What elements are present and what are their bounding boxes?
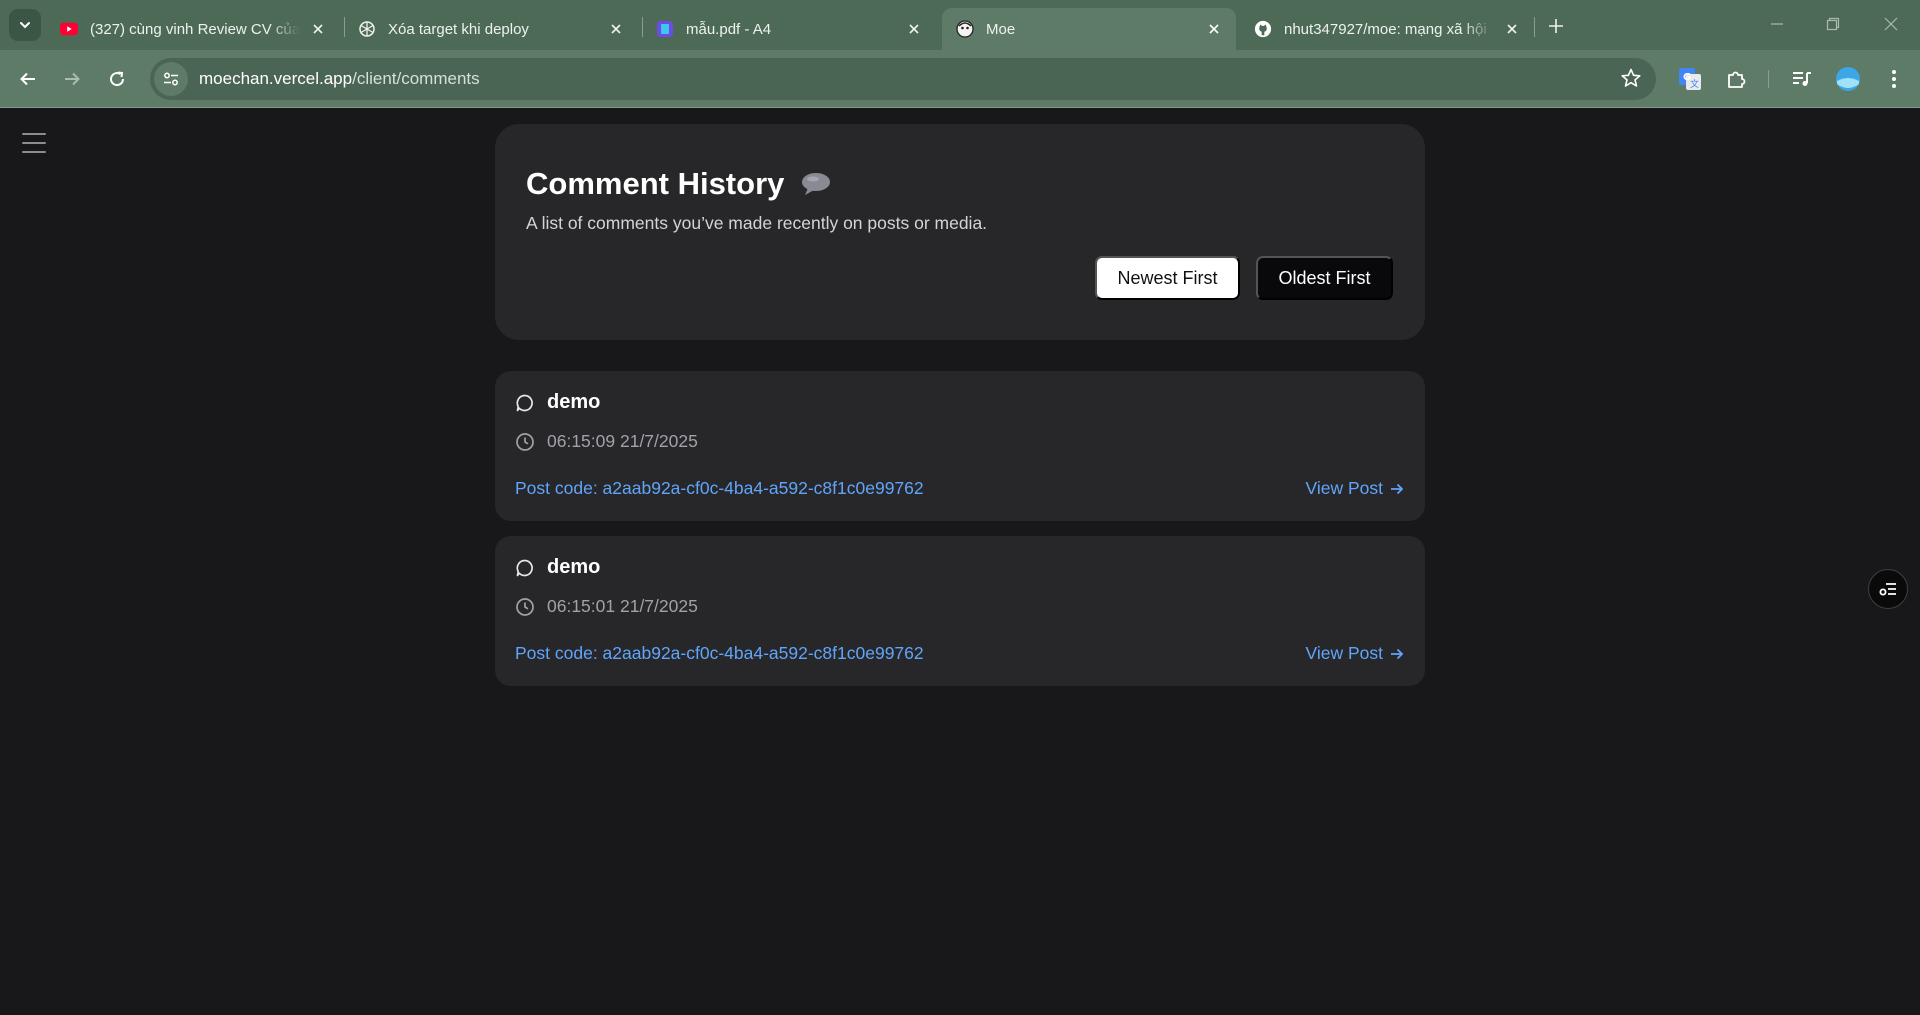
tune-icon	[164, 72, 178, 86]
minimize-button[interactable]	[1760, 9, 1794, 39]
tab-title: Moe	[986, 20, 1016, 38]
message-circle-icon	[516, 394, 533, 411]
hamburger-line	[22, 133, 46, 135]
chatgpt-icon	[358, 20, 376, 38]
view-post-link[interactable]: View Post	[1306, 643, 1406, 664]
more-vertical-icon	[1892, 70, 1896, 88]
speech-bubble-icon	[800, 171, 832, 197]
comment-history-header: Comment History A list of comments you’v…	[495, 124, 1425, 340]
minimize-icon	[1771, 23, 1783, 25]
site-info-button[interactable]	[154, 62, 188, 96]
floating-menu-button[interactable]	[1868, 569, 1908, 609]
menu-toggle-button[interactable]	[22, 133, 46, 155]
pdf-editor-icon	[656, 20, 674, 38]
url-host: moechan.vercel.app	[199, 69, 353, 88]
comment-card: demo 06:15:01 21/7/2025 Post code: a2aab…	[495, 536, 1425, 686]
view-post-link[interactable]: View Post	[1306, 478, 1406, 499]
sort-oldest-button[interactable]: Oldest First	[1256, 256, 1393, 300]
comment-author: demo	[547, 556, 601, 578]
arrow-left-icon	[20, 72, 35, 86]
url-text: moechan.vercel.app/client/comments	[199, 69, 480, 89]
hamburger-line	[22, 151, 46, 153]
post-code-link[interactable]: Post code: a2aab92a-cf0c-4ba4-a592-c8f1c…	[515, 478, 924, 499]
arrow-right-icon	[1391, 483, 1404, 494]
browser-tab-pdf[interactable]: mẫu.pdf - A4	[642, 8, 936, 50]
list-settings-icon	[1879, 583, 1896, 596]
browser-tab-chatgpt[interactable]: Xóa target khi deploy	[344, 8, 638, 50]
comment-author: demo	[547, 391, 601, 413]
moe-avatar-icon	[956, 20, 974, 38]
page-title-text: Comment History	[526, 166, 785, 201]
close-icon	[1884, 17, 1898, 31]
forward-button[interactable]	[56, 63, 88, 95]
arrow-right-icon	[65, 72, 80, 86]
github-icon	[1254, 20, 1272, 38]
reload-icon	[110, 71, 125, 87]
browser-tab-moe[interactable]: Moe	[942, 8, 1236, 50]
close-icon[interactable]	[1204, 19, 1224, 39]
page-subtitle: A list of comments you’ve made recently …	[526, 213, 988, 233]
browser-tab-github[interactable]: nhut347927/moe: mạng xã hội	[1240, 8, 1534, 50]
close-icon[interactable]	[904, 19, 924, 39]
toolbar-separator	[1768, 70, 1769, 88]
close-icon[interactable]	[308, 19, 328, 39]
arrow-right-icon	[1391, 648, 1404, 659]
comment-card: demo 06:15:09 21/7/2025 Post code: a2aab…	[495, 371, 1425, 521]
comment-timestamp: 06:15:01 21/7/2025	[515, 596, 698, 617]
address-bar[interactable]: moechan.vercel.app/client/comments	[150, 58, 1656, 100]
extensions-button[interactable]	[1720, 63, 1752, 95]
view-post-label: View Post	[1305, 478, 1384, 498]
comment-time: 06:15:09 21/7/2025	[547, 431, 698, 451]
url-path: /client/comments	[352, 69, 480, 88]
restore-button[interactable]	[1816, 9, 1850, 39]
page-title: Comment History	[526, 166, 832, 202]
tab-title: mẫu.pdf - A4	[686, 20, 772, 38]
star-icon	[1621, 68, 1641, 87]
sort-newest-button[interactable]: Newest First	[1095, 256, 1240, 300]
hamburger-line	[22, 142, 46, 144]
close-icon[interactable]	[1502, 19, 1522, 39]
comment-time: 06:15:01 21/7/2025	[547, 596, 698, 616]
clock-icon	[516, 597, 534, 616]
reload-button[interactable]	[101, 63, 133, 95]
profile-avatar[interactable]	[1832, 63, 1864, 95]
bookmark-button[interactable]	[1620, 67, 1642, 94]
google-translate-extension[interactable]: G文	[1674, 63, 1706, 95]
back-button[interactable]	[12, 63, 44, 95]
tab-title: Xóa target khi deploy	[388, 20, 529, 38]
browser-tab-youtube[interactable]: (327) cùng vinh Review CV của bạn	[46, 8, 340, 50]
tab-search-button[interactable]	[9, 9, 41, 41]
tab-title: nhut347927/moe: mạng xã hội	[1284, 20, 1487, 38]
media-control-button[interactable]	[1786, 63, 1818, 95]
avatar-icon	[1836, 67, 1860, 91]
google-translate-icon: G文	[1679, 68, 1701, 90]
clock-icon	[516, 432, 534, 451]
close-icon[interactable]	[606, 19, 626, 39]
svg-text:文: 文	[1690, 78, 1699, 90]
view-post-label: View Post	[1305, 643, 1384, 663]
post-code-link[interactable]: Post code: a2aab92a-cf0c-4ba4-a592-c8f1c…	[515, 643, 924, 664]
comment-header: demo	[515, 556, 600, 579]
close-window-button[interactable]	[1874, 9, 1908, 39]
plus-icon	[1549, 19, 1563, 33]
comment-header: demo	[515, 391, 600, 414]
browser-menu-button[interactable]	[1878, 63, 1910, 95]
youtube-icon	[60, 20, 78, 38]
message-circle-icon	[516, 559, 533, 576]
restore-icon	[1826, 17, 1840, 31]
new-tab-button[interactable]	[1542, 12, 1570, 40]
puzzle-icon	[1728, 71, 1746, 88]
tab-title: (327) cùng vinh Review CV của bạn	[90, 20, 300, 38]
browser-toolbar: moechan.vercel.app/client/comments G文	[0, 50, 1920, 108]
comment-timestamp: 06:15:09 21/7/2025	[515, 431, 698, 452]
tab-separator	[1534, 17, 1535, 37]
queue-music-icon	[1793, 72, 1811, 86]
browser-tab-bar: (327) cùng vinh Review CV của bạn Xóa ta…	[0, 0, 1920, 50]
chevron-down-icon	[20, 22, 30, 29]
